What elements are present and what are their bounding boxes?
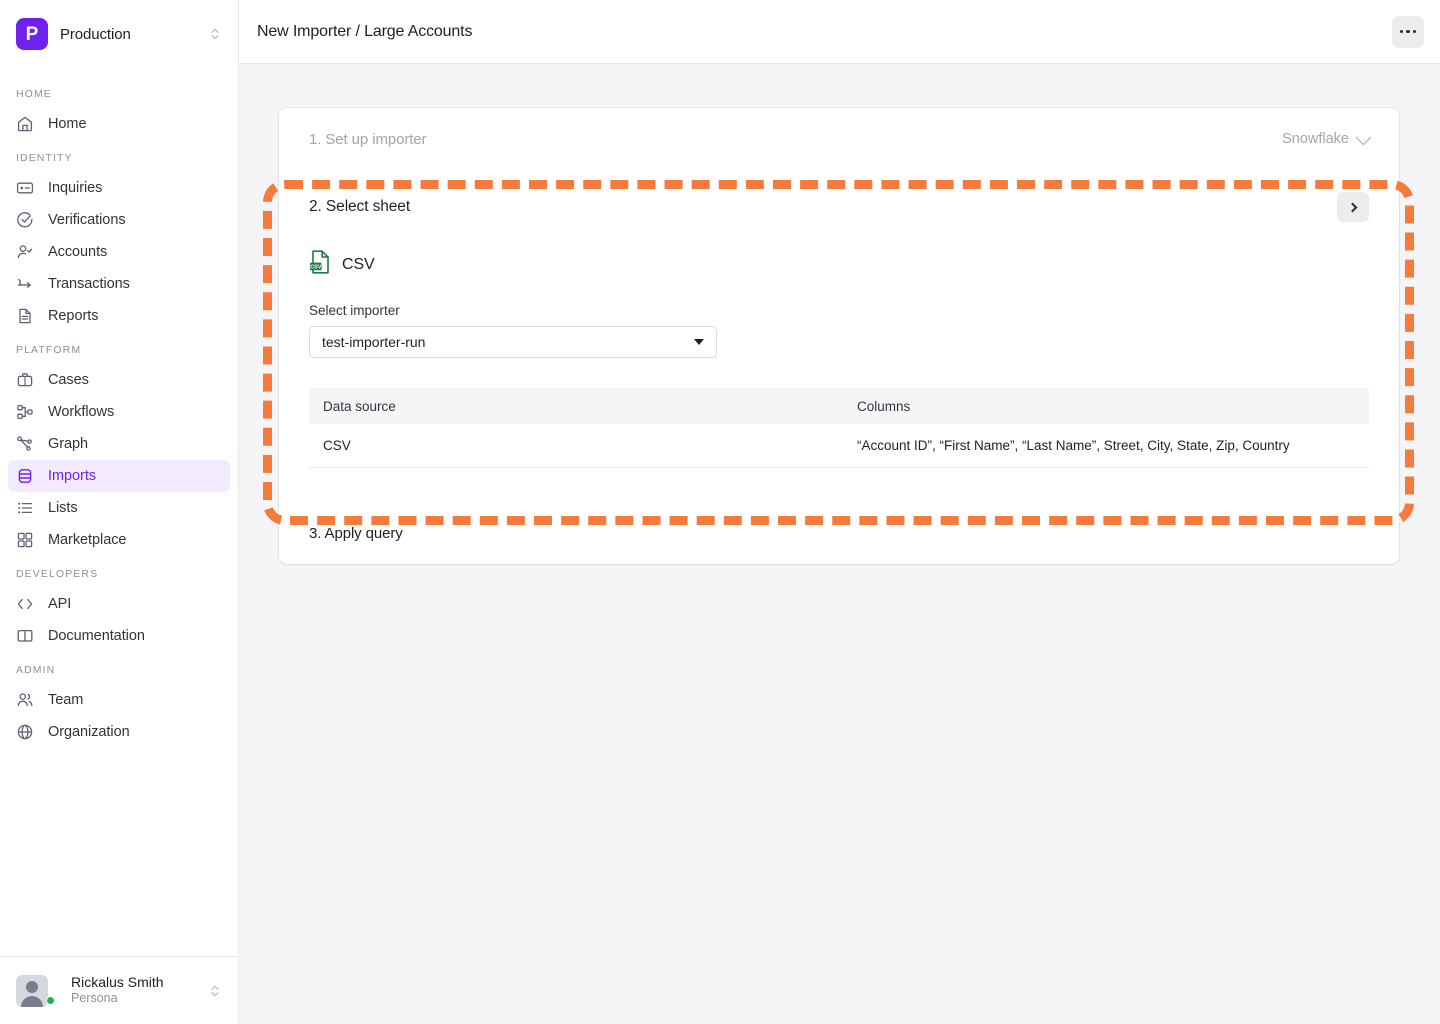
user-menu[interactable]: Rickalus Smith Persona: [0, 956, 238, 1024]
topbar: New Importer / Large Accounts: [239, 0, 1440, 64]
sidebar-nav: HOME Home IDENTITY Inquiries Verificatio: [0, 68, 238, 956]
data-source-row: CSV CSV: [279, 222, 1399, 279]
home-icon: [16, 115, 34, 133]
document-icon: [16, 307, 34, 325]
sidebar-item-label: Home: [48, 116, 87, 132]
data-source-name: CSV: [342, 255, 375, 273]
chevron-down-icon[interactable]: [1355, 129, 1372, 145]
table-row: CSV “Account ID”, “First Name”, “Last Na…: [309, 424, 1369, 468]
org-name: Production: [60, 25, 131, 43]
sidebar-item-accounts[interactable]: Accounts: [8, 236, 230, 268]
sidebar-item-label: Reports: [48, 308, 99, 324]
sidebar-item-graph[interactable]: Graph: [8, 428, 230, 460]
user-check-icon: [16, 243, 34, 261]
grid-squares-icon: [16, 531, 34, 549]
sidebar-item-team[interactable]: Team: [8, 684, 230, 716]
column-header-data-source: Data source: [323, 398, 396, 414]
briefcase-icon: [16, 371, 34, 389]
sidebar-item-label: Accounts: [48, 244, 108, 260]
nav-section-developers-label: DEVELOPERS: [16, 568, 99, 580]
step-2-select-sheet: 2. Select sheet CSV CSV Select importer …: [279, 170, 1399, 468]
sidebar: P Production HOME Home IDENTITY Inquirie…: [0, 0, 239, 1024]
caret-down-icon: [694, 339, 704, 345]
sidebar-item-documentation[interactable]: Documentation: [8, 620, 230, 652]
chevron-up-down-icon: [211, 28, 219, 40]
sidebar-item-label: Imports: [48, 468, 96, 484]
svg-text:CSV: CSV: [310, 264, 321, 270]
column-header-columns: Columns: [857, 398, 911, 414]
nav-section-platform-label: PLATFORM: [16, 344, 82, 356]
sidebar-item-cases[interactable]: Cases: [8, 364, 230, 396]
transaction-arrow-icon: [16, 275, 34, 293]
sidebar-item-label: Organization: [48, 724, 130, 740]
step-2-next-button[interactable]: [1337, 192, 1369, 222]
sidebar-item-label: Graph: [48, 436, 89, 452]
persona-logo: P: [16, 18, 48, 50]
content-area: 1. Set up importer Snowflake 2. Select s…: [239, 64, 1440, 1024]
select-importer-field: Select importer test-importer-run: [279, 279, 1399, 358]
sidebar-item-workflows[interactable]: Workflows: [8, 396, 230, 428]
sidebar-item-verifications[interactable]: Verifications: [8, 204, 230, 236]
step-1-set-up-importer[interactable]: 1. Set up importer Snowflake: [279, 108, 1399, 170]
sidebar-item-label: Cases: [48, 372, 89, 388]
step-2-label: 2. Select sheet: [309, 198, 411, 215]
id-card-icon: [16, 179, 34, 197]
step-3-label: 3. Apply query: [309, 524, 403, 542]
cell-columns: “Account ID”, “First Name”, “Last Name”,…: [857, 438, 1290, 453]
sidebar-item-label: Documentation: [48, 628, 145, 644]
select-importer-value: test-importer-run: [322, 334, 426, 350]
sidebar-item-lists[interactable]: Lists: [8, 492, 230, 524]
sidebar-item-home[interactable]: Home: [8, 108, 230, 140]
database-icon: [16, 467, 34, 485]
more-options-button[interactable]: [1392, 15, 1424, 48]
status-online-dot: [46, 996, 55, 1005]
chevron-up-down-icon: [211, 985, 219, 996]
list-icon: [16, 499, 34, 517]
cell-data-source: CSV: [323, 438, 351, 453]
page-title: New Importer / Large Accounts: [257, 22, 473, 40]
nav-section-identity-label: IDENTITY: [16, 152, 73, 164]
sidebar-item-transactions[interactable]: Transactions: [8, 268, 230, 300]
sidebar-item-label: Lists: [48, 500, 78, 516]
code-brackets-icon: [16, 595, 34, 613]
workflow-icon: [16, 403, 34, 421]
sidebar-item-marketplace[interactable]: Marketplace: [8, 524, 230, 556]
user-org: Persona: [71, 991, 118, 1006]
ellipsis-icon: [1399, 29, 1417, 34]
importer-stepper: 1. Set up importer Snowflake 2. Select s…: [279, 108, 1399, 564]
graph-node-icon: [16, 435, 34, 453]
sidebar-item-label: Marketplace: [48, 532, 127, 548]
sidebar-item-inquiries[interactable]: Inquiries: [8, 172, 230, 204]
csv-file-icon: CSV: [309, 250, 331, 279]
sidebar-item-label: Inquiries: [48, 180, 103, 196]
sidebar-item-imports[interactable]: Imports: [8, 460, 230, 492]
sidebar-item-organization[interactable]: Organization: [8, 716, 230, 748]
globe-icon: [16, 723, 34, 741]
sidebar-item-label: Team: [48, 692, 84, 708]
sidebar-item-reports[interactable]: Reports: [8, 300, 230, 332]
sidebar-item-api[interactable]: API: [8, 588, 230, 620]
table-header-row: Data source Columns: [309, 388, 1369, 424]
app-root: P Production HOME Home IDENTITY Inquirie…: [0, 0, 1440, 1024]
check-circle-icon: [16, 211, 34, 229]
user-name: Rickalus Smith: [71, 973, 164, 990]
step-3-apply-query[interactable]: 3. Apply query: [279, 502, 1399, 564]
users-icon: [16, 691, 34, 709]
book-icon: [16, 627, 34, 645]
select-importer-dropdown[interactable]: test-importer-run: [309, 326, 717, 358]
columns-table: Data source Columns CSV “Account ID”, “F…: [309, 388, 1369, 468]
org-switcher[interactable]: P Production: [0, 0, 238, 68]
sidebar-item-label: Transactions: [48, 276, 130, 292]
nav-section-home-label: HOME: [16, 88, 52, 100]
chevron-right-icon: [1347, 202, 1357, 212]
avatar: [16, 974, 48, 1007]
select-importer-label: Select importer: [309, 303, 400, 318]
sidebar-item-label: API: [48, 596, 72, 612]
sidebar-item-label: Verifications: [48, 212, 126, 228]
step-1-source-value: Snowflake: [1282, 131, 1349, 147]
sidebar-item-label: Workflows: [48, 404, 115, 420]
main-area: New Importer / Large Accounts 1. Set up …: [239, 0, 1440, 1024]
nav-section-admin-label: ADMIN: [16, 664, 56, 676]
step-1-label: 1. Set up importer: [309, 130, 427, 148]
